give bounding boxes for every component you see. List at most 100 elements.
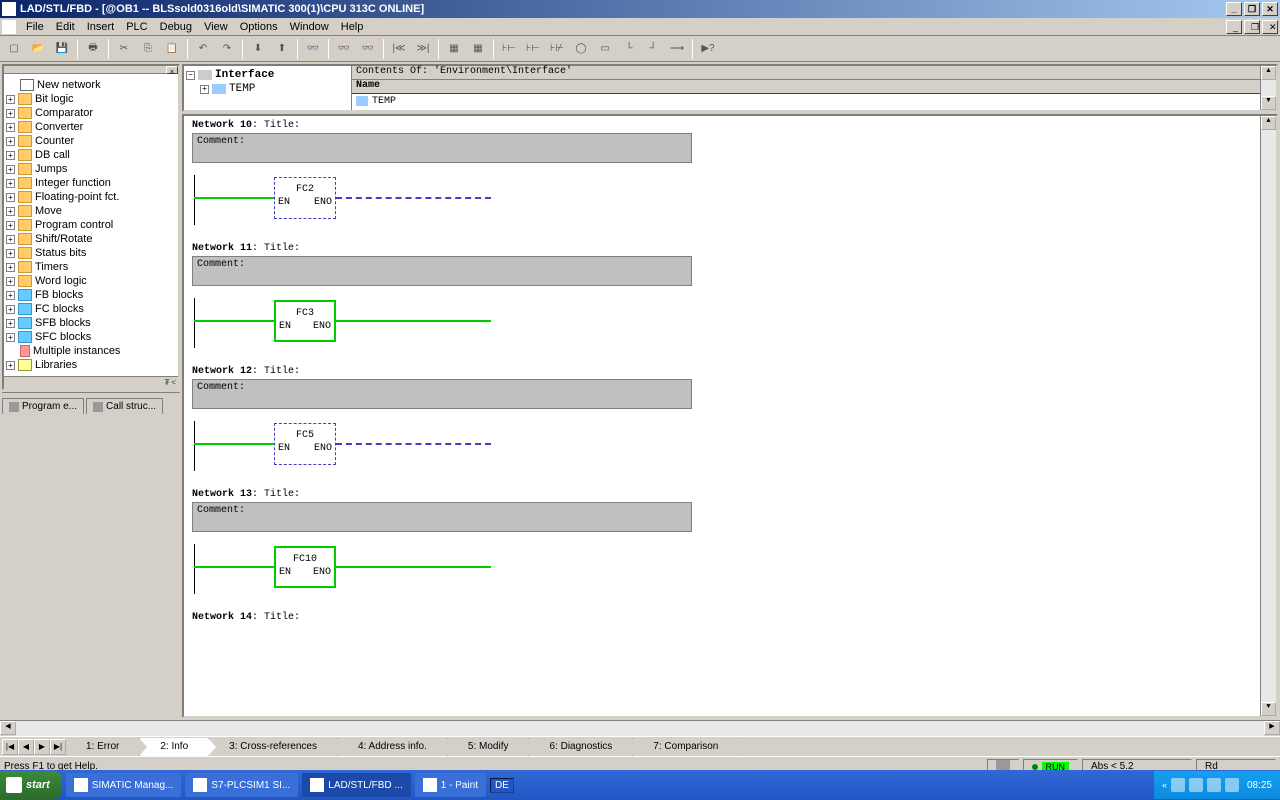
expand-icon[interactable]: + <box>6 179 15 188</box>
menu-view[interactable]: View <box>198 21 234 33</box>
tab-error[interactable]: 1: Error <box>66 738 140 756</box>
language-indicator[interactable]: DE <box>490 778 514 793</box>
connect-icon[interactable]: ⟶ <box>666 38 688 60</box>
tree-item-floating-point-fct-[interactable]: +Floating-point fct. <box>6 190 176 204</box>
tab-program-elements[interactable]: Program e... <box>2 398 84 414</box>
undo-icon[interactable]: ↶ <box>192 38 214 60</box>
tab-first-icon[interactable]: |◀ <box>2 739 18 755</box>
expand-icon[interactable]: + <box>6 193 15 202</box>
expand-icon[interactable]: + <box>6 137 15 146</box>
box-icon[interactable]: ▭ <box>594 38 616 60</box>
tree-multiple[interactable]: Multiple instances <box>6 344 176 358</box>
redo-icon[interactable]: ↷ <box>216 38 238 60</box>
tree-item-word-logic[interactable]: +Word logic <box>6 274 176 288</box>
tree-item-status-bits[interactable]: +Status bits <box>6 246 176 260</box>
task-paint[interactable]: 1 - Paint <box>415 773 486 797</box>
glasses2-icon[interactable]: 👓 <box>357 38 379 60</box>
task-simatic[interactable]: SIMATIC Manag... <box>66 773 182 797</box>
comment-box[interactable]: Comment: <box>192 256 692 286</box>
minimize-button[interactable]: _ <box>1226 2 1242 16</box>
menu-debug[interactable]: Debug <box>154 21 198 33</box>
interface-tree[interactable]: −Interface +TEMP <box>184 66 352 110</box>
task-plcsim[interactable]: S7-PLCSIM1 SI... <box>185 773 298 797</box>
paste-icon[interactable]: 📋 <box>161 38 183 60</box>
new-icon[interactable]: ▢ <box>3 38 25 60</box>
tab-prev-icon[interactable]: ◀ <box>18 739 34 755</box>
restore-button[interactable]: ❐ <box>1244 2 1260 16</box>
help-icon[interactable]: ▶? <box>697 38 719 60</box>
open-icon[interactable]: 📂 <box>27 38 49 60</box>
expand-icon[interactable]: + <box>6 95 15 104</box>
comment-box[interactable]: Comment: <box>192 379 692 409</box>
tree-item-program-control[interactable]: +Program control <box>6 218 176 232</box>
scroll-left-icon[interactable]: ◀ <box>0 721 16 735</box>
tree-item-sfb-blocks[interactable]: +SFB blocks <box>6 316 176 330</box>
scroll-up-icon[interactable]: ▲ <box>1261 66 1276 80</box>
fc-block[interactable]: FC2ENENO <box>274 177 336 219</box>
glasses-icon[interactable]: 👓 <box>333 38 355 60</box>
tray-icon[interactable] <box>1207 778 1221 792</box>
tree-item-fb-blocks[interactable]: +FB blocks <box>6 288 176 302</box>
expand-icon[interactable]: + <box>6 151 15 160</box>
taskbar-clock[interactable]: 08:25 <box>1247 780 1272 791</box>
n10[interactable]: Network 10: Title:Comment:FC2ENENO <box>192 120 1268 225</box>
expand-icon[interactable]: + <box>6 333 15 342</box>
n14[interactable]: Network 14: Title: <box>192 612 1268 623</box>
branch-close-icon[interactable]: ┘ <box>642 38 664 60</box>
tab-last-icon[interactable]: ▶| <box>50 739 66 755</box>
editor-vscroll[interactable]: ▲ ▼ <box>1260 116 1276 716</box>
close-panel-icon[interactable]: × <box>166 66 178 74</box>
print-icon[interactable]: 🖶 <box>82 38 104 60</box>
tree-item-db-call[interactable]: +DB call <box>6 148 176 162</box>
comment-box[interactable]: Comment: <box>192 502 692 532</box>
tab-next-icon[interactable]: ▶ <box>34 739 50 755</box>
collapse-icon[interactable]: − <box>186 71 195 80</box>
n12[interactable]: Network 12: Title:Comment:FC5ENENO <box>192 366 1268 471</box>
network-editor[interactable]: Network 10: Title:Comment:FC2ENENONetwor… <box>182 114 1278 718</box>
tree-new-network[interactable]: New network <box>6 78 176 92</box>
tree-item-fc-blocks[interactable]: +FC blocks <box>6 302 176 316</box>
tab-cross-ref[interactable]: 3: Cross-references <box>209 738 338 756</box>
view2-icon[interactable]: ▦ <box>467 38 489 60</box>
scroll-down-icon[interactable]: ▼ <box>1261 702 1276 716</box>
n13[interactable]: Network 13: Title:Comment:FC10ENENO <box>192 489 1268 594</box>
n11[interactable]: Network 11: Title:Comment:FC3ENENO <box>192 243 1268 348</box>
expand-icon[interactable]: + <box>6 277 15 286</box>
scroll-up-icon[interactable]: ▲ <box>1261 116 1276 130</box>
tree-item-sfc-blocks[interactable]: +SFC blocks <box>6 330 176 344</box>
menu-insert[interactable]: Insert <box>81 21 121 33</box>
catalog-tree[interactable]: New network +Bit logic+Comparator+Conver… <box>4 74 178 376</box>
tab-comparison[interactable]: 7: Comparison <box>633 738 739 756</box>
expand-icon[interactable]: + <box>6 319 15 328</box>
cut-icon[interactable]: ✂ <box>113 38 135 60</box>
mdi-restore-button[interactable]: ❐ <box>1244 20 1260 34</box>
tray-icon[interactable] <box>1225 778 1239 792</box>
menu-plc[interactable]: PLC <box>120 21 153 33</box>
close-button[interactable]: ✕ <box>1262 2 1278 16</box>
tray-expand-icon[interactable]: « <box>1162 780 1167 790</box>
tab-call-structure[interactable]: Call struc... <box>86 398 163 414</box>
expand-icon[interactable]: + <box>6 305 15 314</box>
tree-item-jumps[interactable]: +Jumps <box>6 162 176 176</box>
expand-icon[interactable]: + <box>6 123 15 132</box>
name-column-header[interactable]: Name <box>352 80 1260 94</box>
interface-row-temp[interactable]: TEMP <box>352 94 1260 110</box>
goto-start-icon[interactable]: |≪ <box>388 38 410 60</box>
coil-icon[interactable]: ◯ <box>570 38 592 60</box>
comment-box[interactable]: Comment: <box>192 133 692 163</box>
expand-icon[interactable]: + <box>6 291 15 300</box>
menu-help[interactable]: Help <box>335 21 370 33</box>
contact-no-icon[interactable]: ⊦⊢ <box>522 38 544 60</box>
mdi-close-button[interactable]: ✕ <box>1262 20 1278 34</box>
hscroll[interactable]: ◀ ▶ <box>0 720 1280 736</box>
scroll-down-icon[interactable]: ▼ <box>1261 96 1276 110</box>
menu-file[interactable]: File <box>20 21 50 33</box>
expand-icon[interactable]: + <box>6 249 15 258</box>
expand-icon[interactable]: + <box>200 85 209 94</box>
expand-icon[interactable]: + <box>6 263 15 272</box>
scroll-right-icon[interactable]: ▶ <box>1264 721 1280 735</box>
copy-icon[interactable]: ⎘ <box>137 38 159 60</box>
contact-icon[interactable]: ⊦⊢ <box>498 38 520 60</box>
branch-open-icon[interactable]: └ <box>618 38 640 60</box>
tree-item-shift-rotate[interactable]: +Shift/Rotate <box>6 232 176 246</box>
